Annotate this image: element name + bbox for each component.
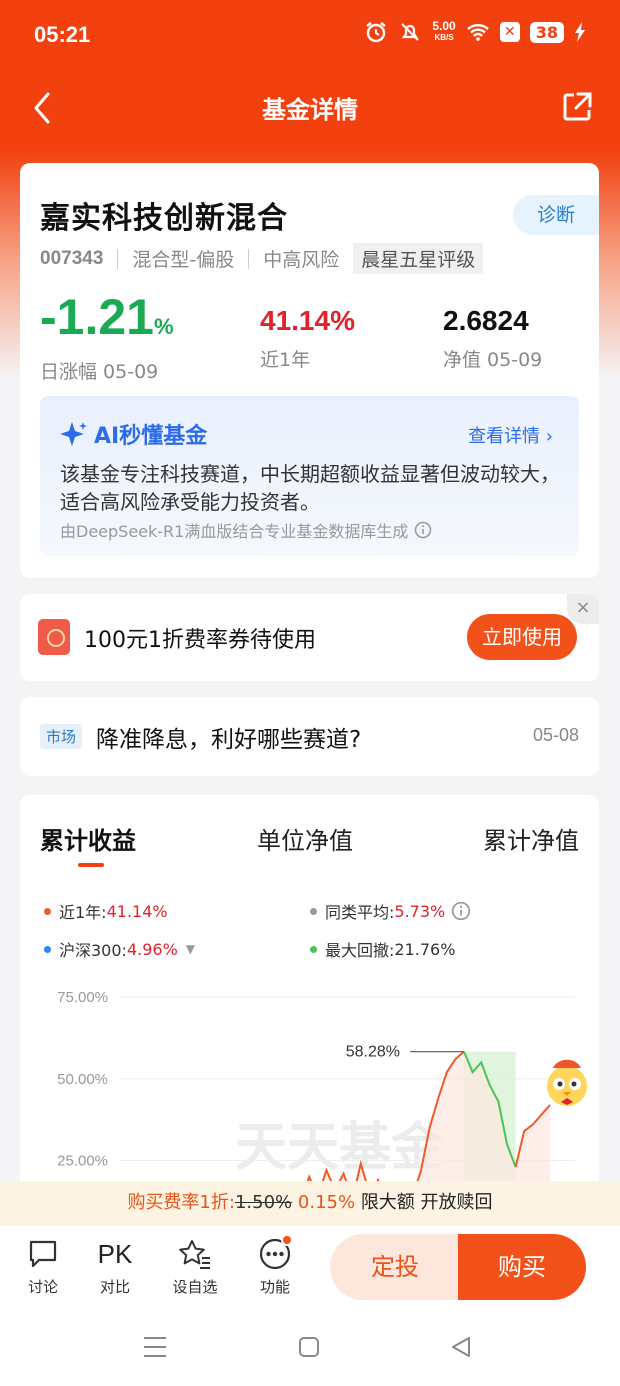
tab-cumulative-return[interactable]: 累计收益 [40, 821, 136, 856]
status-bar: 05:21 5.00 KB/S ✕ 38 [0, 0, 620, 72]
battery-level: 38 [529, 21, 564, 43]
fund-type: 混合型-偏股 [132, 249, 235, 271]
home-icon[interactable] [298, 1336, 320, 1358]
watermark-text: 天天基金 [235, 1118, 444, 1178]
legend-dot [44, 945, 51, 953]
nav-stat: 2.6824 净值 05-09 [443, 303, 542, 372]
daily-change-value: -1.21% [40, 289, 174, 345]
fund-meta: 007343 混合型-偏股 中高风险 晨星五星评级 [40, 243, 484, 274]
share-icon[interactable] [560, 90, 594, 124]
y-tick-label: 50.00% [57, 1071, 108, 1088]
news-card[interactable]: 市场 降准降息，利好哪些赛道? 05-08 [20, 697, 599, 776]
legend-dot [44, 907, 51, 915]
peak-label: 58.28% [346, 1044, 400, 1061]
wifi-icon [466, 24, 489, 41]
tab-unit-nav[interactable]: 单位净值 [257, 821, 353, 856]
chat-icon [29, 1240, 57, 1268]
red-envelope-icon [38, 619, 70, 655]
ai-source: 由DeepSeek-R1满血版结合专业基金数据库生成 [60, 518, 432, 542]
diagnose-button[interactable]: 诊断 [513, 195, 599, 235]
close-icon[interactable]: × [567, 594, 599, 624]
use-coupon-button[interactable]: 立即使用 [467, 614, 577, 660]
fund-risk: 中高风险 [263, 249, 340, 271]
news-tag: 市场 [40, 724, 83, 749]
ai-more-link[interactable]: 查看详情 › [468, 422, 553, 448]
legend-drawdown: 最大回撤: 21.76% [310, 937, 455, 961]
coupon-card: 100元1折费率券待使用 立即使用 × [20, 594, 599, 681]
legend-index[interactable]: 沪深300: 4.96% ▼ [44, 937, 195, 961]
coupon-text: 100元1折费率券待使用 [84, 628, 316, 653]
ai-title: AI秒懂基金 [60, 418, 207, 450]
mute-icon [401, 23, 420, 41]
system-nav-bar [0, 1310, 620, 1386]
discuss-button[interactable]: 讨论 [13, 1238, 73, 1297]
y-tick-label: 25.00% [57, 1153, 108, 1170]
notification-dot [281, 1234, 293, 1246]
year-return-stat: 41.14% 近1年 [260, 303, 355, 372]
news-date: 05-08 [532, 725, 579, 745]
mascot-icon[interactable] [537, 1050, 599, 1112]
caret-down-icon: ▼ [185, 942, 195, 956]
ai-summary-text: 该基金专注科技赛道，中长期超额收益显著但波动较大，适合高风险承受能力投资者。 [60, 462, 560, 514]
tab-cumulative-nav[interactable]: 累计净值 [483, 821, 579, 856]
legend-peer: 同类平均: 5.73% [310, 899, 471, 923]
chart-card: 累计收益 单位净值 累计净值 近1年: 41.14% 同类平均: 5.73% 沪深3… [20, 795, 599, 1225]
legend-fund: 近1年: 41.14% [44, 899, 168, 923]
daily-change-label: 日涨幅 05-09 [40, 361, 159, 383]
fund-summary-card: 嘉实科技创新混合 诊断 007343 混合型-偏股 中高风险 晨星五星评级 -1… [20, 163, 599, 578]
back-nav-icon[interactable] [450, 1336, 472, 1358]
fund-code: 007343 [40, 247, 104, 269]
nav-bar: 基金详情 [0, 80, 620, 136]
sparkle-icon [60, 422, 87, 446]
fee-banner: 购买费率1折:1.50% 0.15% 限大额 开放赎回 [0, 1181, 620, 1225]
year-return-label: 近1年 [260, 349, 311, 371]
active-tab-indicator [78, 863, 104, 867]
functions-button[interactable]: 功能 [245, 1234, 305, 1297]
legend-dot [310, 945, 317, 953]
star-list-icon [179, 1240, 210, 1269]
compare-button[interactable]: PK 对比 [85, 1238, 145, 1297]
status-icons: 5.00 KB/S ✕ 38 [364, 20, 586, 44]
info-icon[interactable] [451, 901, 471, 921]
daily-change-stat: -1.21% 日涨幅 05-09 [40, 291, 174, 384]
status-time: 05:21 [34, 22, 91, 47]
nav-value: 2.6824 [443, 305, 529, 336]
news-title: 降准降息，利好哪些赛道? [96, 727, 362, 753]
ai-summary-box[interactable]: AI秒懂基金 查看详情 › 该基金专注科技赛道，中长期超额收益显著但波动较大，适… [40, 396, 579, 556]
page-title: 基金详情 [262, 96, 358, 124]
return-chart[interactable]: 天天基金 75.00% 50.00% 25.00% 58.28% [20, 975, 599, 1181]
no-sim-icon: ✕ [499, 22, 520, 42]
fund-name: 嘉实科技创新混合 [40, 201, 288, 236]
chevron-right-icon: › [545, 426, 553, 447]
nav-label: 净值 05-09 [443, 349, 543, 371]
year-return-value: 41.14% [260, 305, 355, 336]
pk-icon: PK [97, 1239, 133, 1269]
fund-rating[interactable]: 晨星五星评级 [353, 243, 484, 274]
legend-dot [310, 907, 317, 915]
menu-icon[interactable] [143, 1336, 167, 1358]
network-speed: 5.00 KB/S [432, 19, 456, 42]
alarm-icon [366, 22, 387, 43]
y-tick-label: 75.00% [57, 989, 108, 1006]
info-icon[interactable] [414, 521, 432, 539]
auto-invest-button[interactable]: 定投 [330, 1234, 460, 1300]
add-watchlist-button[interactable]: 设自选 [165, 1238, 225, 1297]
original-fee: 1.50% [234, 1192, 293, 1213]
buy-button[interactable]: 购买 [458, 1234, 586, 1300]
divider [248, 248, 250, 269]
charging-icon [575, 22, 585, 42]
bottom-action-bar: 讨论 PK 对比 设自选 功能 定投 购买 [0, 1226, 620, 1310]
discount-fee: 0.15% [297, 1192, 356, 1213]
divider [117, 248, 119, 269]
